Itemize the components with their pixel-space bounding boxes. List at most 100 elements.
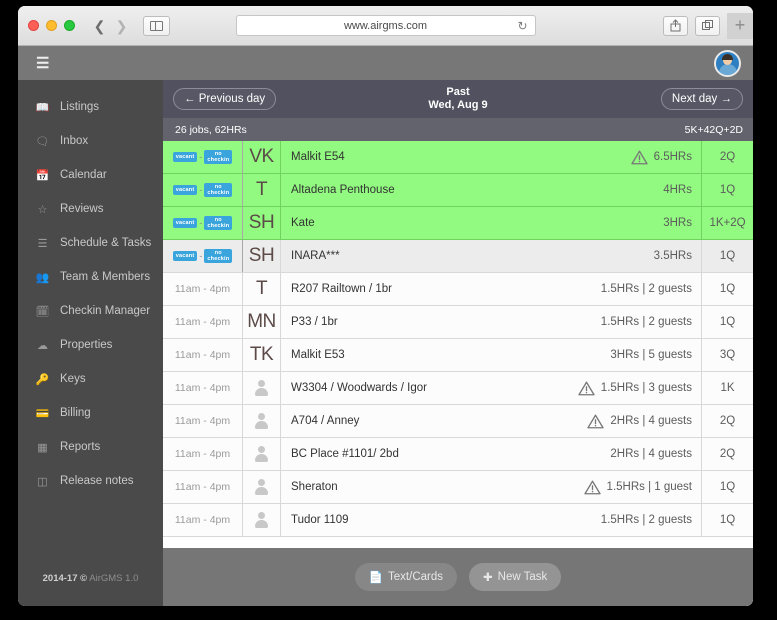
address-bar[interactable]: www.airgms.com ↻ (235, 15, 536, 36)
row-meta-label: 2HRs | 4 guests (610, 448, 692, 460)
row-meta: 4HRs (663, 174, 701, 206)
app-body: 📖 Listings 🗨 Inbox 📅 Calendar ☆ Reviews … (18, 80, 753, 606)
minimize-window-button[interactable] (46, 20, 57, 31)
calendar-check-icon: 🗓 (35, 305, 50, 318)
row-meta: 1.5HRs | 2 guests (601, 273, 701, 305)
sidebar-item-reports[interactable]: ▦ Reports (18, 430, 163, 464)
row-name: A704 / Anney (291, 415, 360, 427)
table-row[interactable]: vacant - no checkin VK Malkit E54 6.5HRs 2Q (163, 141, 753, 174)
new-task-button[interactable]: ✚ New Task (469, 563, 562, 591)
table-row[interactable]: 11am - 4pm BC Place #1101/ 2bd 2HRs | 4 gu… (163, 438, 753, 471)
row-time-cell: 11am - 4pm (163, 504, 243, 536)
row-time-cell: 11am - 4pm (163, 405, 243, 437)
arrow-left-icon: ← (184, 93, 196, 105)
badge-separator: - (199, 218, 203, 228)
table-row[interactable]: 11am - 4pm Tudor 1109 1.5HRs | 2 guests 1Q (163, 504, 753, 537)
back-button[interactable]: ❮ (89, 15, 110, 36)
navigation-buttons: ❮ ❯ (89, 15, 132, 36)
close-window-button[interactable] (28, 20, 39, 31)
row-meta-label: 3HRs | 5 guests (610, 349, 692, 361)
row-name: Tudor 1109 (291, 514, 349, 526)
no-checkin-badge: no checkin (204, 150, 233, 164)
row-time-label: 11am - 4pm (174, 382, 231, 394)
row-time-cell: 11am - 4pm (163, 273, 243, 305)
sidebar-item-label: Properties (60, 339, 113, 351)
share-button[interactable] (663, 15, 688, 36)
sidebar-item-label: Inbox (60, 135, 89, 147)
sidebar-item-checkin-manager[interactable]: 🗓 Checkin Manager (18, 294, 163, 328)
sidebar-item-reviews[interactable]: ☆ Reviews (18, 192, 163, 226)
row-room: 1K (701, 372, 753, 404)
table-row[interactable]: vacant - no checkin SH INARA*** 3.5HRs 1Q (163, 240, 753, 273)
row-room: 3Q (701, 339, 753, 371)
sidebar-item-label: Schedule & Tasks (60, 237, 152, 249)
browser-toolbar: ❮ ❯ www.airgms.com ↻ + (18, 6, 753, 46)
hamburger-menu-icon[interactable]: ☰ (36, 54, 49, 72)
row-room: 1K+2Q (701, 207, 753, 239)
row-meta-label: 1.5HRs | 2 guests (600, 316, 692, 328)
list-icon: ☰ (37, 237, 48, 250)
table-row[interactable]: vacant - no checkin SH Kate 3HRs 1K+2Q (163, 207, 753, 240)
row-name: Malkit E54 (291, 151, 345, 163)
table-row[interactable]: 11am - 4pm MN P33 / 1br 1.5HRs | 2 guests 1Q (163, 306, 753, 339)
vacant-badge: vacant (172, 152, 198, 162)
row-initials-cell: T (243, 174, 281, 206)
sidebar-item-calendar[interactable]: 📅 Calendar (18, 158, 163, 192)
text-cards-button[interactable]: 📄 Text/Cards (354, 563, 457, 591)
new-tab-button[interactable]: + (727, 12, 753, 39)
forward-button[interactable]: ❯ (111, 15, 132, 36)
reload-icon[interactable]: ↻ (517, 19, 527, 33)
warning-icon (630, 150, 648, 164)
row-name: W3304 / Woodwards / Igor (291, 382, 427, 394)
row-avatar-cell (243, 438, 281, 470)
sidebar-item-label: Reviews (60, 203, 104, 215)
row-time-label: 11am - 4pm (174, 415, 231, 427)
table-row[interactable]: 11am - 4pm TK Malkit E53 3HRs | 5 guests 3Q (163, 339, 753, 372)
calendar-icon: 📅 (35, 169, 50, 182)
warning-icon (578, 381, 595, 395)
badge-separator: - (199, 152, 203, 162)
row-meta: 3.5HRs (654, 240, 701, 272)
sidebar-item-listings[interactable]: 📖 Listings (18, 90, 163, 124)
sidebar-toggle-button[interactable] (143, 15, 170, 36)
row-room: 1Q (701, 471, 753, 503)
user-avatar-icon[interactable] (714, 49, 741, 77)
sidebar-item-label: Listings (60, 101, 99, 113)
show-tabs-button[interactable] (695, 15, 720, 36)
sidebar-item-team-members[interactable]: 👥 Team & Members (18, 260, 163, 294)
row-room: 1Q (701, 306, 753, 338)
sidebar-item-billing[interactable]: 💳 Billing (18, 396, 163, 430)
sidebar-item-keys[interactable]: 🔑 Keys (18, 362, 163, 396)
sidebar-item-inbox[interactable]: 🗨 Inbox (18, 124, 163, 158)
sidebar-item-properties[interactable]: ☁ Properties (18, 328, 163, 362)
browser-window: ❮ ❯ www.airgms.com ↻ + ☰ 📖 Listings 🗨 In… (18, 6, 753, 606)
table-row[interactable]: 11am - 4pm Sheraton 1.5HRs | 1 guest 1Q (163, 471, 753, 504)
copyright: 2014-17 © AirGMS 1.0 (18, 573, 163, 606)
person-icon (253, 478, 270, 496)
table-row[interactable]: 11am - 4pm A704 / Anney 2HRs | 4 guests 2Q (163, 405, 753, 438)
previous-day-button[interactable]: ← Previous day (173, 88, 277, 110)
no-checkin-badge: no checkin (204, 216, 233, 230)
row-time-label: 11am - 4pm (174, 514, 231, 526)
comments-icon: 🗨 (35, 135, 50, 148)
row-time-cell: 11am - 4pm (163, 339, 243, 371)
copyright-year: 2014-17 © (42, 573, 88, 584)
row-time-cell: 11am - 4pm (163, 438, 243, 470)
sidebar-item-schedule-tasks[interactable]: ☰ Schedule & Tasks (18, 226, 163, 260)
plus-square-icon: ✚ (483, 572, 493, 584)
job-list[interactable]: vacant - no checkin VK Malkit E54 6.5HRs 2Q vaca… (163, 141, 753, 606)
table-row[interactable]: vacant - no checkin T Altadena Penthouse 4HRs 1… (163, 174, 753, 207)
day-navigation: ← Previous day Past Wed, Aug 9 Next day … (163, 80, 753, 118)
window-controls[interactable] (28, 20, 75, 31)
sidebar-item-release-notes[interactable]: ◫ Release notes (18, 464, 163, 498)
next-day-button[interactable]: Next day → (660, 88, 743, 110)
summary-jobs: 26 jobs, 62HRs (175, 123, 247, 136)
toolbar-right-actions: + (663, 12, 753, 39)
row-time-cell: vacant - no checkin (163, 207, 243, 239)
maximize-window-button[interactable] (64, 20, 75, 31)
table-row[interactable]: 11am - 4pm W3304 / Woodwards / Igor 1.5HRs… (163, 372, 753, 405)
table-row[interactable]: 11am - 4pm T R207 Railtown / 1br 1.5HRs | 2… (163, 273, 753, 306)
row-name: BC Place #1101/ 2bd (291, 448, 399, 460)
row-initials-cell: VK (243, 141, 281, 173)
sidebar-item-label: Team & Members (60, 271, 151, 283)
